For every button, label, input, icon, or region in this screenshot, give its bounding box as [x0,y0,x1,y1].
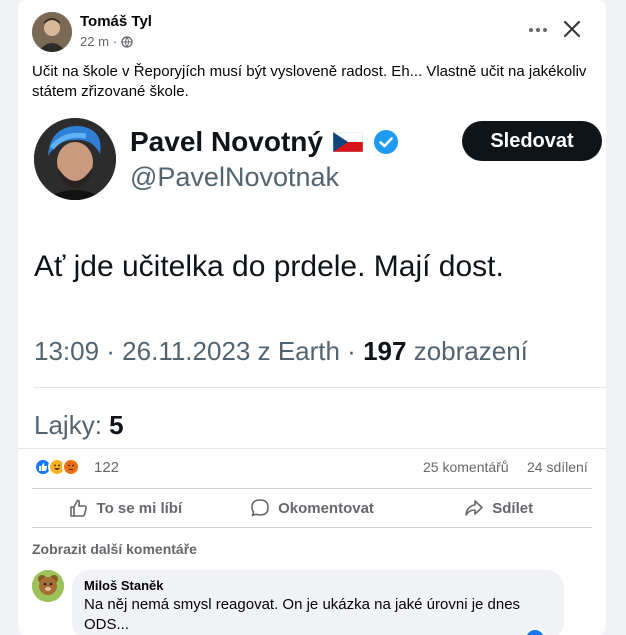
verified-badge-icon [373,130,398,154]
share-button[interactable]: Sdílet [405,489,592,527]
meta-separator: · [112,34,118,49]
post-author[interactable]: Tomáš Tyl [80,13,152,30]
post-card: Tomáš Tyl 22 m · Učit na škole v Řeporyj… [18,0,606,635]
tweet-likes-count: 5 [109,410,124,440]
share-icon [465,500,484,516]
tweet-name-text: Pavel Novotný [130,126,323,157]
post-meta: 22 m · [80,34,133,49]
czech-flag-icon [332,132,363,152]
angry-reaction-icon [62,458,80,476]
share-button-label: Sdílet [492,499,534,517]
author-avatar[interactable] [32,12,72,52]
tweet-handle: @PavelNovotnak [130,162,340,192]
tweet-likes-label: Lajky: [34,410,102,440]
comment-bubble: Miloš Staněk Na něj nemá smysl reagovat.… [72,570,564,635]
comment-button[interactable]: Okomentovat [219,489,406,527]
tweet-name: Pavel Novotný [130,126,399,158]
tweet-views-label: zobrazení [413,336,528,366]
comment-icon [251,499,269,517]
post-text: Učit na škole v Řeporyjích musí být vysl… [32,63,587,100]
commenter-avatar[interactable] [32,570,64,602]
like-button-label: To se mi líbí [96,499,183,517]
globe-icon [121,35,133,48]
tweet-avatar [34,118,116,200]
thumbs-up-icon [69,499,87,517]
tweet-text: Ať jde učitelka do prdele. Mají dost. [34,250,504,283]
comment-button-label: Okomentovat [278,499,374,517]
post-actions: To se mi líbí Okomentovat Sdílet [32,488,592,528]
tweet-meta: 13:09 · 26.11.2023 z Earth · 197 zobraze… [34,336,528,367]
tweet-divider [34,387,606,388]
follow-button[interactable]: Sledovat [462,121,602,161]
comment-author[interactable]: Miloš Staněk [84,578,552,593]
comments-count[interactable]: 25 komentářů [423,459,509,475]
view-more-comments[interactable]: Zobrazit další komentáře [32,541,197,557]
reaction-icons[interactable] [34,458,80,476]
tweet-time-source: 13:09 · 26.11.2023 z Earth · [34,336,356,366]
post-time[interactable]: 22 m [80,34,109,49]
post-header: Tomáš Tyl 22 m · [18,0,606,58]
more-options-icon[interactable] [526,18,550,42]
comment-text: Na něj nemá smysl reagovat. On je ukázka… [84,596,521,633]
tweet-views-count: 197 [363,336,407,366]
post-stats: 122 25 komentářů 24 sdílení [18,448,606,486]
like-button[interactable]: To se mi líbí [32,489,219,527]
close-icon[interactable] [560,17,584,41]
reaction-count[interactable]: 122 [94,459,119,476]
tweet-screenshot: Pavel Novotný @PavelNovotnak Sledovat Ať… [18,112,606,448]
tweet-likes: Lajky: 5 [34,410,124,441]
shares-count[interactable]: 24 sdílení [527,459,588,475]
